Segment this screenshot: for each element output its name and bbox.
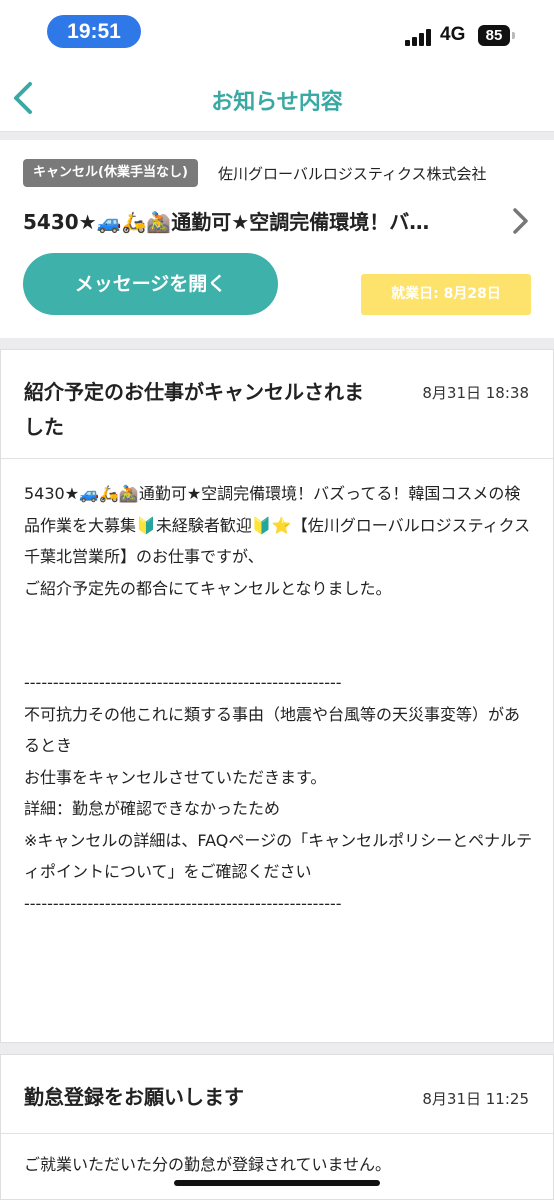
battery-icon: 85 [478,25,515,46]
open-message-button[interactable]: メッセージを開く [23,253,278,315]
signal-icon [405,28,435,46]
notice-card: 紹介予定のお仕事がキャンセルされました 8月31日 18:38 5430★🚙🛵🚵… [0,349,554,1043]
status-bar: 19:51 4G 85 [0,0,554,64]
network-type: 4G [440,24,466,45]
divider [1,1133,553,1134]
nav-header: お知らせ内容 [0,64,554,132]
job-summary-card: キャンセル(休業手当なし) 佐川グローバルロジスティクス株式会社 5430★🚙🛵… [0,140,554,338]
chevron-right-icon[interactable] [508,206,532,236]
home-indicator[interactable] [174,1180,380,1186]
notice-body: 5430★🚙🛵🚵通勤可★空調完備環境！バズってる！韓国コスメの検品作業を大募集🔰… [24,484,533,913]
battery-level: 85 [485,27,503,44]
notice-title: 勤怠登録をお願いします [24,1085,244,1109]
status-time: 19:51 [47,15,141,48]
notice-card: 勤怠登録をお願いします 8月31日 11:25 ご就業いただいた分の勤怠が登録さ… [0,1054,554,1200]
notice-title: 紹介予定のお仕事がキャンセルされました [24,380,364,439]
notice-date: 8月31日 18:38 [422,384,529,402]
notice-date: 8月31日 11:25 [422,1090,529,1108]
notice-body: ご就業いただいた分の勤怠が登録されていません。 [24,1155,392,1174]
company-name: 佐川グローバルロジスティクス株式会社 [218,165,487,183]
work-date-badge: 就業日: 8月28日 [361,274,531,315]
page-title: お知らせ内容 [211,90,343,115]
divider [1,458,553,459]
status-badge: キャンセル(休業手当なし) [23,159,198,187]
job-title-link[interactable]: 5430★🚙🛵🚵通勤可★空調完備環境！バ… [23,206,493,235]
